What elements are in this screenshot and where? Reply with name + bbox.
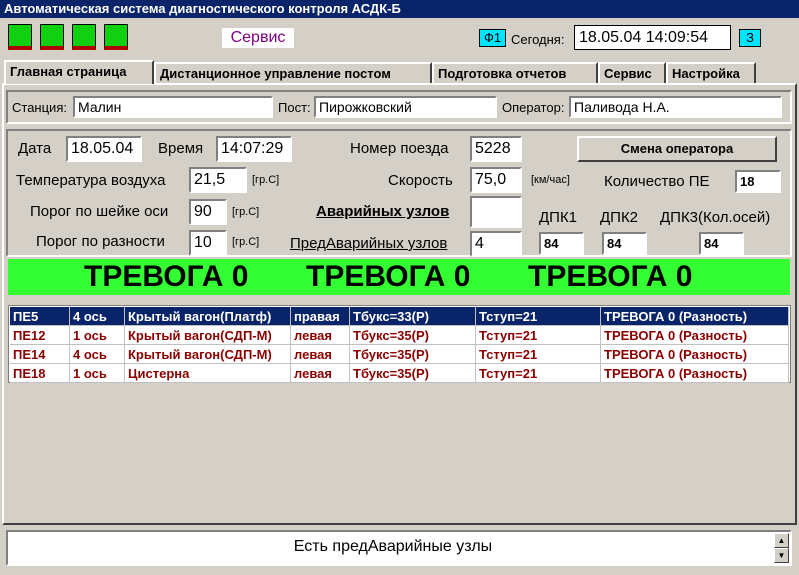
status-indicator-3 bbox=[72, 24, 96, 50]
diff-threshold-unit: [гр.С] bbox=[232, 236, 260, 248]
cell-pe: ПЕ14 bbox=[10, 345, 70, 364]
status-message: Есть предАварийные узлы bbox=[293, 538, 493, 555]
tab-settings[interactable]: Настройка bbox=[666, 62, 756, 83]
today-value: 18.05.04 14:09:54 bbox=[574, 25, 731, 50]
dpk1-field[interactable]: 84 bbox=[539, 232, 584, 255]
cell-pe: ПЕ18 bbox=[10, 364, 70, 383]
scroll-down-arrow-icon[interactable]: ▼ bbox=[774, 548, 789, 563]
cell-pe: ПЕ5 bbox=[10, 307, 70, 326]
mode-label: Сервис bbox=[222, 28, 294, 48]
cell-tstup: Тступ=21 bbox=[476, 345, 601, 364]
cell-side: правая bbox=[291, 307, 350, 326]
status-message-box[interactable]: Есть предАварийные узлы ▲ ▼ bbox=[6, 530, 792, 566]
cell-car-type: Крытый вагон(СДП-М) bbox=[125, 326, 291, 345]
time-label: Время bbox=[158, 140, 204, 157]
cell-tstup: Тступ=21 bbox=[476, 307, 601, 326]
air-temp-field[interactable]: 21,5 bbox=[189, 167, 247, 193]
cell-car-type: Крытый вагон(Платф) bbox=[125, 307, 291, 326]
cell-tbuks: Тбукс=35(Р) bbox=[350, 345, 476, 364]
pe-count-label: Количество ПЕ bbox=[604, 173, 710, 190]
station-field[interactable]: Малин bbox=[73, 96, 273, 118]
emergency-nodes-label: Аварийных узлов bbox=[316, 203, 450, 220]
pre-emergency-nodes-label: ПредАварийных узлов bbox=[290, 235, 448, 252]
dpk3-label: ДПК3(Кол.осей) bbox=[660, 209, 771, 226]
alarm-bar: ТРЕВОГА 0 ТРЕВОГА 0 ТРЕВОГА 0 bbox=[8, 259, 790, 295]
table-row[interactable]: ПЕ12 1 ось Крытый вагон(СДП-М) левая Тбу… bbox=[10, 326, 789, 345]
tab-service[interactable]: Сервис bbox=[598, 62, 666, 83]
table-row[interactable]: ПЕ5 4 ось Крытый вагон(Платф) правая Тбу… bbox=[9, 306, 790, 327]
pe-count-field[interactable]: 18 bbox=[735, 170, 781, 193]
cell-tstup: Тступ=21 bbox=[476, 326, 601, 345]
dpk2-field[interactable]: 84 bbox=[602, 232, 647, 255]
dpk2-label: ДПК2 bbox=[600, 209, 639, 226]
air-temp-unit: [гр.С] bbox=[252, 174, 280, 186]
cell-side: левая bbox=[291, 345, 350, 364]
cell-tbuks: Тбукс=35(Р) bbox=[350, 364, 476, 383]
status-indicator-4 bbox=[104, 24, 128, 50]
date-field[interactable]: 18.05.04 bbox=[66, 136, 142, 162]
speed-label: Скорость bbox=[388, 172, 453, 189]
speed-field[interactable]: 75,0 bbox=[470, 167, 522, 193]
post-label: Пост: bbox=[278, 100, 311, 115]
cell-axle: 1 ось bbox=[70, 364, 125, 383]
air-temp-label: Температура воздуха bbox=[16, 172, 166, 189]
cell-car-type: Крытый вагон(СДП-М) bbox=[125, 345, 291, 364]
tab-remote-control[interactable]: Дистанционное управление постом bbox=[154, 62, 432, 83]
window-title: Автоматическая система диагностического … bbox=[0, 0, 799, 18]
alarm-status-2: ТРЕВОГА 0 bbox=[306, 260, 471, 293]
tab-reports[interactable]: Подготовка отчетов bbox=[432, 62, 598, 83]
today-label: Сегодня: bbox=[511, 32, 565, 47]
z-button[interactable]: З bbox=[739, 29, 761, 47]
operator-field[interactable]: Паливода Н.А. bbox=[569, 96, 782, 118]
f1-button[interactable]: Ф1 bbox=[479, 29, 506, 47]
date-label: Дата bbox=[18, 140, 52, 157]
train-number-field[interactable]: 5228 bbox=[470, 136, 522, 162]
status-indicator-2 bbox=[40, 24, 64, 50]
cell-car-type: Цистерна bbox=[125, 364, 291, 383]
emergency-nodes-field[interactable] bbox=[470, 196, 522, 228]
train-number-label: Номер поезда bbox=[350, 140, 449, 157]
cell-axle: 4 ось bbox=[70, 307, 125, 326]
cell-tbuks: Тбукс=35(Р) bbox=[350, 326, 476, 345]
table-row[interactable]: ПЕ18 1 ось Цистерна левая Тбукс=35(Р) Тс… bbox=[10, 364, 789, 383]
cell-side: левая bbox=[291, 326, 350, 345]
station-label: Станция: bbox=[12, 100, 67, 115]
cell-alarm: ТРЕВОГА 0 (Разность) bbox=[601, 326, 789, 345]
post-field[interactable]: Пирожковский bbox=[314, 96, 497, 118]
axle-threshold-field[interactable]: 90 bbox=[189, 199, 227, 225]
axle-threshold-label: Порог по шейке оси bbox=[30, 203, 169, 220]
diff-threshold-label: Порог по разности bbox=[36, 233, 165, 250]
table-row[interactable]: ПЕ14 4 ось Крытый вагон(СДП-М) левая Тбу… bbox=[10, 345, 789, 364]
cell-tbuks: Тбукс=33(Р) bbox=[350, 307, 476, 326]
change-operator-button[interactable]: Смена оператора bbox=[577, 136, 777, 162]
cell-axle: 1 ось bbox=[70, 326, 125, 345]
dpk1-label: ДПК1 bbox=[539, 209, 578, 226]
cell-pe: ПЕ12 bbox=[10, 326, 70, 345]
pre-emergency-nodes-table: ПЕ5 4 ось Крытый вагон(Платф) правая Тбу… bbox=[8, 305, 791, 383]
scroll-up-arrow-icon[interactable]: ▲ bbox=[774, 533, 789, 548]
time-field[interactable]: 14:07:29 bbox=[216, 136, 292, 162]
diff-threshold-field[interactable]: 10 bbox=[189, 230, 227, 256]
dpk3-field[interactable]: 84 bbox=[699, 232, 744, 255]
pre-emergency-nodes-field[interactable]: 4 bbox=[470, 231, 522, 257]
cell-tstup: Тступ=21 bbox=[476, 364, 601, 383]
status-indicator-1 bbox=[8, 24, 32, 50]
cell-alarm: ТРЕВОГА 0 (Разность) bbox=[601, 345, 789, 364]
speed-unit: [км/час] bbox=[531, 174, 570, 186]
operator-label: Оператор: bbox=[502, 100, 565, 115]
alarm-status-3: ТРЕВОГА 0 bbox=[528, 260, 693, 293]
cell-side: левая bbox=[291, 364, 350, 383]
alarm-status-1: ТРЕВОГА 0 bbox=[84, 260, 249, 293]
axle-threshold-unit: [гр.С] bbox=[232, 206, 260, 218]
tab-main[interactable]: Главная страница bbox=[4, 60, 154, 84]
cell-axle: 4 ось bbox=[70, 345, 125, 364]
cell-alarm: ТРЕВОГА 0 (Разность) bbox=[601, 307, 789, 326]
cell-alarm: ТРЕВОГА 0 (Разность) bbox=[601, 364, 789, 383]
